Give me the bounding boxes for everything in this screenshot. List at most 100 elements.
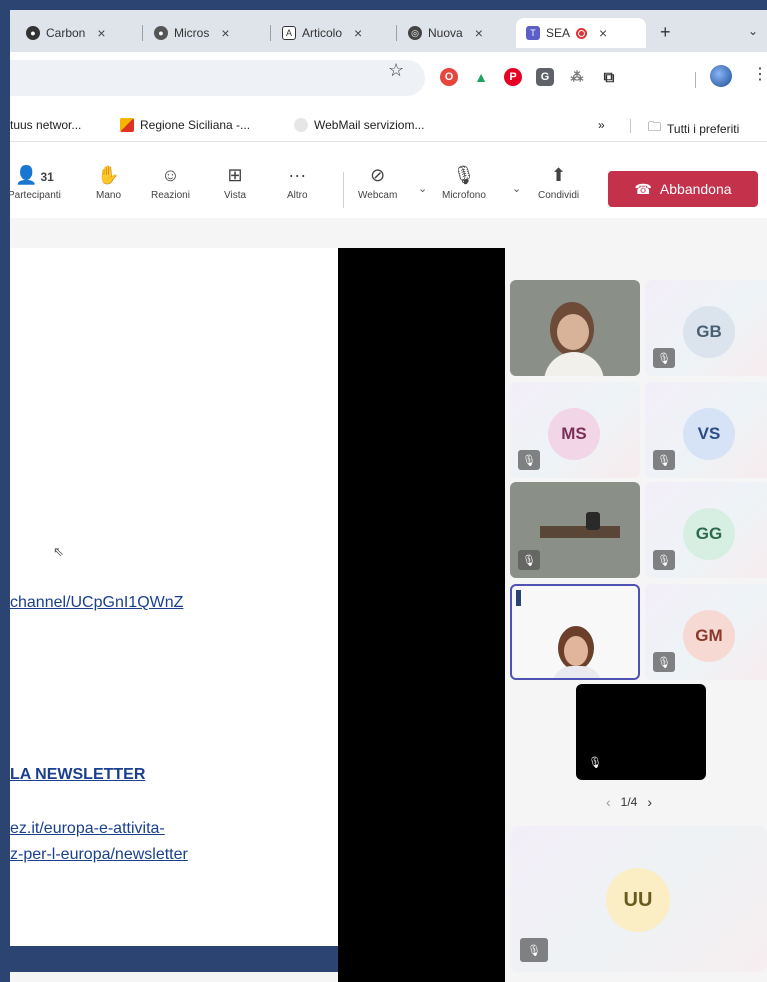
shelf [540, 526, 620, 538]
bookmark-label: tuus networ... [10, 118, 82, 132]
bookmarks-bar: tuus networ... Regione Siciliana -... We… [10, 110, 767, 142]
bookmarks-overflow[interactable]: » [598, 118, 605, 132]
tab-label: SEA [546, 26, 571, 40]
avatar-gm: GM [683, 610, 735, 662]
webmail-icon [294, 118, 308, 132]
leave-label: Abbandona [659, 181, 732, 197]
folder-icon: 🗀 [648, 119, 662, 134]
bookmark-tuus[interactable]: tuus networ... [10, 118, 81, 132]
profile-avatar[interactable] [710, 65, 732, 87]
extension-icon[interactable]: G [536, 68, 554, 86]
participant-tile-ms[interactable]: MS 🎙 [510, 382, 640, 478]
mic-muted-icon: 🎙 [588, 756, 602, 769]
participant-shoulders [552, 666, 602, 678]
grid-icon: ⊞ [227, 165, 243, 185]
bookmark-regione-siciliana[interactable]: Regione Siciliana -... [120, 118, 250, 132]
prev-page-button[interactable]: ‹ [606, 794, 611, 810]
tab-strip: ● Carbon × ● Micros × A Articolo × ◎ Nuo… [10, 10, 767, 52]
drive-extension-icon[interactable]: ▲ [472, 68, 490, 86]
close-icon[interactable]: × [354, 25, 362, 41]
avatar-gb: GB [683, 306, 735, 358]
participant-video-tile[interactable] [510, 280, 640, 376]
puzzle-icon[interactable]: ⧉ [600, 68, 618, 86]
participants-button[interactable]: 👤 31 Partecipanti [10, 164, 61, 201]
view-label: Vista [224, 190, 247, 201]
participant-face [564, 636, 588, 666]
tab-label: Articolo [302, 26, 343, 40]
participant-tile-gb[interactable]: GB 🎙 [645, 280, 767, 376]
participant-tile-gg[interactable]: GG 🎙 [645, 482, 767, 578]
reactions-button[interactable]: ☺ Reazioni [151, 164, 190, 201]
close-icon[interactable]: × [599, 25, 607, 41]
leave-button[interactable]: ☎ Abbandona [608, 171, 758, 207]
kebab-menu-icon[interactable]: ⋮ [752, 64, 767, 84]
mic-muted-icon: 🎙 [653, 550, 675, 570]
participant-tile-black-video[interactable]: 🎙 [576, 684, 706, 780]
raise-hand-button[interactable]: ✋ Mano [96, 164, 121, 201]
slide-thumbnail-strip [516, 590, 521, 606]
mic-muted-icon: 🎙 [518, 550, 540, 570]
pinterest-extension-icon[interactable]: P [504, 68, 522, 86]
mic-muted-icon: 🎙 [653, 652, 675, 672]
view-button[interactable]: ⊞ Vista [224, 164, 246, 201]
share-button[interactable]: ⬆ Condividi [538, 164, 579, 201]
hand-label: Mano [96, 190, 122, 201]
camera-off-icon: ⊘ [370, 165, 386, 185]
close-icon[interactable]: × [221, 25, 229, 41]
participant-tile-uu[interactable]: UU 🎙 [510, 826, 767, 972]
mic-options-chevron-icon[interactable]: ⌄ [512, 182, 521, 195]
bookmark-star-icon[interactable]: ☆ [388, 60, 404, 81]
all-bookmarks[interactable]: 🗀 Tutti i preferiti [648, 118, 739, 140]
phone-hangup-icon: ☎ [634, 180, 652, 197]
mic-muted-icon: 🎙 [653, 348, 675, 368]
participant-video-tile-speaking[interactable] [510, 584, 640, 680]
tab-label: Nuova [428, 26, 463, 40]
new-tab-button[interactable]: + [660, 22, 671, 43]
address-bar[interactable] [10, 60, 425, 96]
newsletter-heading-link[interactable]: LA NEWSLETTER [10, 766, 145, 784]
meeting-toolbar: 👤 31 Partecipanti ✋ Mano ☺ Reazioni ⊞ Vis… [10, 142, 767, 218]
participant-face [557, 314, 589, 350]
tab-microsoft[interactable]: ● Micros × [154, 18, 230, 48]
opera-extension-icon[interactable]: O [440, 68, 458, 86]
tab-sea-active[interactable]: T SEA × [516, 18, 646, 48]
mouse-cursor-icon: ⇖ [53, 544, 64, 559]
webcam-button[interactable]: ⊘ Webcam [358, 164, 397, 201]
microphone-button[interactable]: 🎙 Microfono [442, 164, 486, 201]
grid-extension-icon[interactable]: ⁂ [568, 68, 586, 86]
avatar-ms: MS [548, 408, 600, 460]
participant-shoulders [544, 352, 604, 376]
black-video-panel [338, 248, 505, 982]
tab-search-button[interactable]: ⌄ [748, 24, 758, 38]
newsletter-url-line2[interactable]: z-per-l-europa/newsletter [10, 846, 188, 864]
next-page-button[interactable]: › [647, 794, 652, 810]
participants-label: Partecipanti [10, 190, 61, 201]
participant-tile-vs[interactable]: VS 🎙 [645, 382, 767, 478]
participant-video-tile-room[interactable]: 🎙 [510, 482, 640, 578]
participant-tile-gm[interactable]: GM 🎙 [645, 584, 767, 680]
hand-icon: ✋ [97, 165, 120, 185]
bookmark-label: Regione Siciliana -... [140, 118, 251, 132]
tab-nuova[interactable]: ◎ Nuova × [408, 18, 483, 48]
webcam-options-chevron-icon[interactable]: ⌄ [418, 182, 427, 195]
tab-articolo[interactable]: A Articolo × [282, 18, 362, 48]
bookmark-label: WebMail serviziom... [314, 118, 425, 132]
close-icon[interactable]: × [475, 25, 483, 41]
tab-carbon[interactable]: ● Carbon × [26, 18, 106, 48]
mic-off-icon: 🎙 [452, 165, 476, 185]
newsletter-url-line1[interactable]: ez.it/europa-e-attivita- [10, 820, 165, 838]
close-icon[interactable]: × [97, 25, 105, 41]
tab-label: Carbon [46, 26, 86, 40]
meeting-stage: ⇖ channel/UCpGnI1QWnZ LA NEWSLETTER ez.i… [10, 218, 767, 982]
bookmark-label: Tutti i preferiti [667, 122, 740, 136]
microsoft-icon: ● [154, 26, 168, 40]
overflow-label: » [598, 118, 605, 132]
gallery-pager: ‹ 1/4 › [606, 794, 652, 810]
people-icon: 👤 31 [15, 165, 54, 185]
youtube-channel-link[interactable]: channel/UCpGnI1QWnZ [10, 594, 183, 612]
articolo-icon: A [282, 26, 296, 40]
more-button[interactable]: ··· Altro [287, 164, 308, 201]
bookmark-webmail[interactable]: WebMail serviziom... [294, 118, 424, 132]
mic-muted-icon: 🎙 [518, 450, 540, 470]
tab-label: Micros [174, 26, 210, 40]
